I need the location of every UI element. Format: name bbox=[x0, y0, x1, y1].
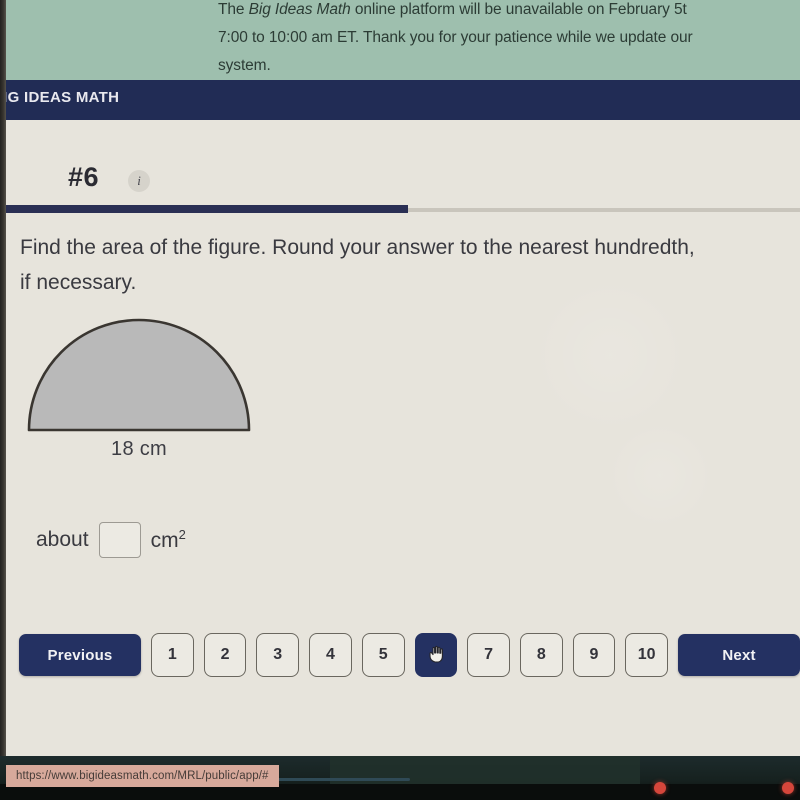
answer-unit: cm2 bbox=[151, 527, 186, 553]
app-header: BIG IDEAS MATH bbox=[0, 80, 800, 120]
page-button-10[interactable]: 10 bbox=[625, 633, 669, 677]
banner-product-name: Big Ideas Math bbox=[248, 1, 351, 18]
pagination-bar: Previous 1 2 3 4 5 7 8 9 10 Next bbox=[0, 625, 800, 685]
taskbar-indicator-dot-1 bbox=[654, 782, 666, 794]
brand-logo[interactable]: BIG IDEAS MATH bbox=[0, 89, 119, 106]
page-title: #6 bbox=[68, 162, 100, 192]
question-header-row: #6 i bbox=[0, 152, 800, 212]
maintenance-banner: The Big Ideas Math online platform will … bbox=[0, 0, 800, 80]
screenshot-root: The Big Ideas Math online platform will … bbox=[0, 0, 800, 800]
answer-input[interactable] bbox=[98, 522, 141, 558]
answer-unit-text: cm bbox=[150, 529, 179, 552]
screen-bezel-left bbox=[0, 0, 6, 756]
question-page: #6 i Find the area of the figure. Round … bbox=[0, 120, 800, 756]
info-icon[interactable]: i bbox=[128, 170, 150, 192]
semicircle-figure bbox=[26, 316, 252, 434]
maintenance-banner-line-3: system. bbox=[218, 57, 271, 74]
banner-line1-prefix: The bbox=[218, 1, 249, 18]
semicircle-path bbox=[27, 318, 251, 432]
next-button[interactable]: Next bbox=[678, 634, 800, 676]
maintenance-banner-text: The Big Ideas Math online platform will … bbox=[218, 0, 800, 80]
semicircle-svg bbox=[27, 318, 251, 432]
maintenance-banner-line-1: The Big Ideas Math online platform will … bbox=[218, 0, 800, 24]
pointing-hand-cursor-icon bbox=[428, 645, 443, 663]
page-button-5[interactable]: 5 bbox=[361, 633, 405, 677]
page-button-4[interactable]: 4 bbox=[309, 633, 352, 677]
page-button-8[interactable]: 8 bbox=[519, 633, 563, 677]
answer-row: about cm2 bbox=[36, 520, 186, 560]
page-button-1[interactable]: 1 bbox=[151, 633, 194, 677]
answer-unit-exponent: 2 bbox=[178, 527, 186, 542]
previous-button[interactable]: Previous bbox=[19, 634, 141, 676]
banner-line1-suffix: online platform will be unavailable on F… bbox=[350, 1, 687, 18]
page-button-9[interactable]: 9 bbox=[572, 633, 616, 677]
maintenance-banner-line-2: 7:00 to 10:00 am ET. Thank you for your … bbox=[218, 29, 693, 46]
taskbar-indicator-dot-2 bbox=[782, 782, 794, 794]
page-button-7[interactable]: 7 bbox=[467, 633, 510, 677]
question-prompt: Find the area of the figure. Round your … bbox=[20, 236, 695, 294]
page-button-3[interactable]: 3 bbox=[256, 633, 300, 677]
status-bar-url: https://www.bigideasmath.com/MRL/public/… bbox=[6, 765, 279, 787]
answer-prefix-label: about bbox=[36, 528, 89, 551]
figure-dimension-label: 18 cm bbox=[111, 438, 167, 460]
page-button-2[interactable]: 2 bbox=[203, 633, 247, 677]
progress-fill bbox=[0, 205, 408, 213]
page-button-6[interactable] bbox=[414, 633, 458, 677]
